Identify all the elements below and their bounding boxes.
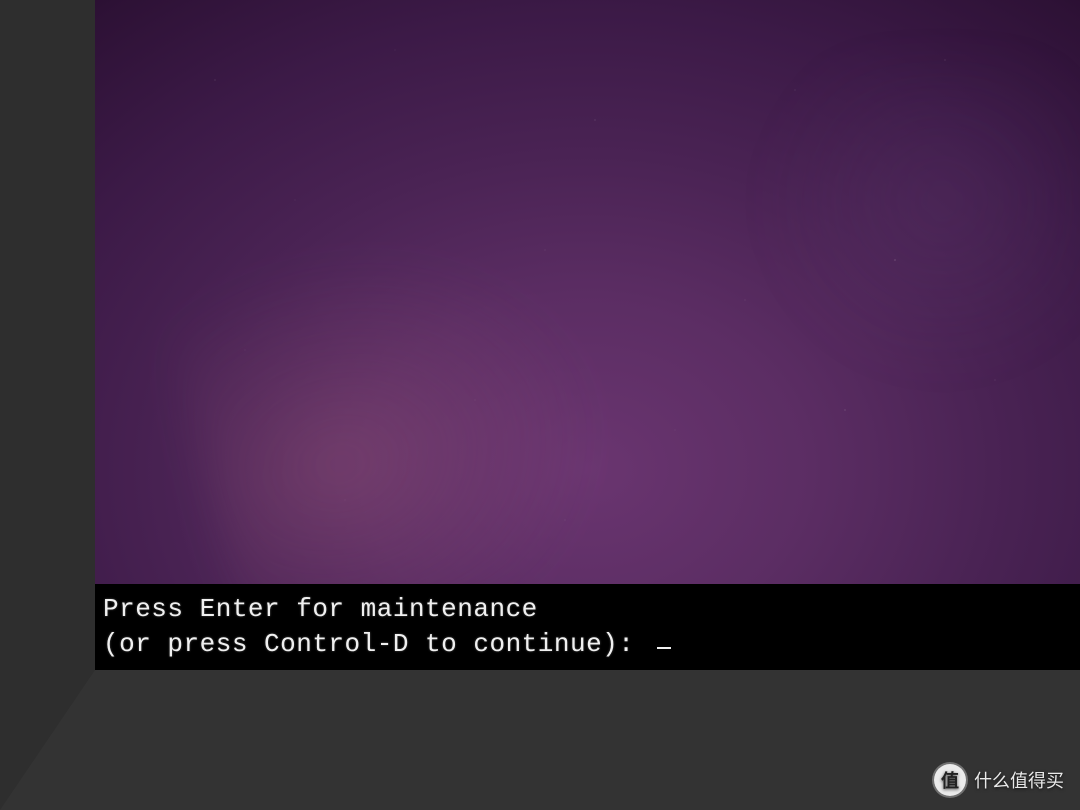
console-line-2-text: (or press Control-D to continue): xyxy=(103,629,651,659)
console-prompt-strip[interactable]: Press Enter for maintenance (or press Co… xyxy=(95,584,1080,670)
cursor-icon xyxy=(657,647,671,649)
watermark-badge-icon: 值 xyxy=(934,764,966,796)
dust-speckles xyxy=(95,0,1080,670)
console-line-2: (or press Control-D to continue): xyxy=(103,627,1072,662)
watermark: 值 什么值得买 xyxy=(934,764,1064,796)
watermark-text: 什么值得买 xyxy=(974,767,1064,793)
console-line-1: Press Enter for maintenance xyxy=(103,592,1072,627)
screen-area: Press Enter for maintenance (or press Co… xyxy=(95,0,1080,670)
